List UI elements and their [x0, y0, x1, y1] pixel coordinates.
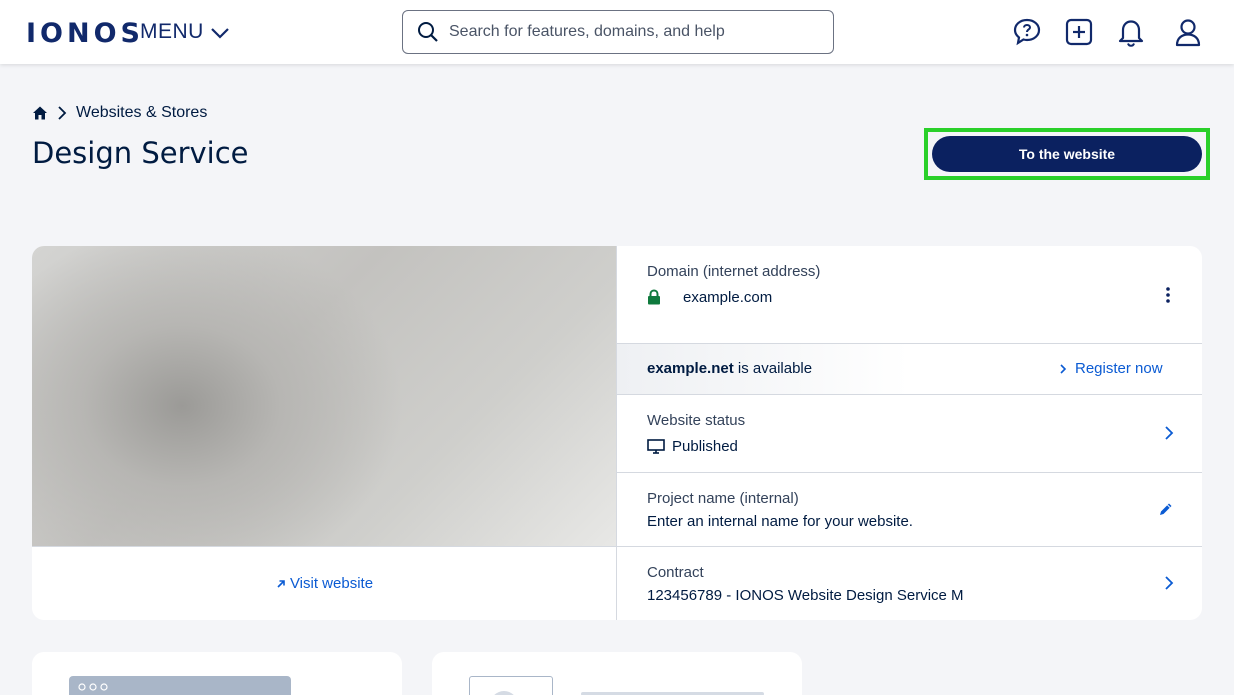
search-box[interactable]	[402, 10, 834, 54]
register-now-link[interactable]: Register now	[1059, 360, 1163, 377]
breadcrumb: Websites & Stores	[32, 104, 207, 122]
lock-icon	[648, 289, 660, 305]
domain-section: Domain (internet address) example.com	[617, 246, 1202, 343]
available-suffix: is available	[737, 360, 813, 377]
project-name-value: Enter an internal name for your website.	[647, 513, 913, 530]
window-dots-icon	[78, 683, 108, 691]
status-value: Published	[672, 438, 738, 455]
menu-label: MENU	[140, 20, 204, 43]
available-domain: example.net	[647, 360, 734, 377]
user-account-icon[interactable]	[1172, 16, 1204, 48]
chevron-down-icon	[211, 28, 229, 39]
project-name-label: Project name (internal)	[647, 490, 799, 507]
top-bar: IONOS MENU	[0, 0, 1234, 64]
contract-label: Contract	[647, 564, 704, 581]
domain-availability-row: example.net is available Register now	[617, 343, 1202, 395]
cta-highlight: To the website	[924, 128, 1210, 180]
external-link-icon	[277, 579, 285, 588]
browser-illustration	[69, 676, 291, 695]
menu-button[interactable]: MENU	[140, 20, 230, 44]
bell-icon[interactable]	[1115, 16, 1147, 48]
edit-pencil-icon[interactable]	[1158, 501, 1174, 517]
project-name-row: Project name (internal) Enter an interna…	[617, 473, 1202, 546]
to-the-website-button[interactable]: To the website	[932, 136, 1202, 172]
register-now-label: Register now	[1075, 360, 1163, 377]
domain-label: Domain (internet address)	[647, 263, 821, 280]
domain-value[interactable]: example.com	[683, 289, 772, 306]
website-preview-image[interactable]	[32, 246, 617, 546]
website-card: Visit website Domain (internet address) …	[32, 246, 1202, 620]
visit-website-label: Visit website	[289, 575, 374, 592]
chevron-right-icon	[58, 106, 67, 120]
bottom-card-1	[32, 652, 402, 695]
page-title: Design Service	[32, 136, 249, 170]
contract-row[interactable]: Contract 123456789 - IONOS Website Desig…	[617, 547, 1202, 620]
status-label: Website status	[647, 412, 746, 429]
search-icon	[418, 22, 438, 42]
help-chat-icon[interactable]	[1011, 16, 1043, 48]
ionos-logo[interactable]: IONOS	[26, 19, 144, 49]
add-icon[interactable]	[1063, 16, 1095, 48]
chevron-right-icon	[1165, 426, 1174, 440]
profile-illustration	[469, 676, 553, 695]
search-input[interactable]	[449, 23, 819, 41]
home-icon[interactable]	[32, 105, 48, 121]
more-options-icon[interactable]	[1165, 286, 1171, 304]
chevron-right-icon	[1165, 576, 1174, 590]
monitor-icon	[647, 439, 665, 454]
breadcrumb-websites-stores[interactable]: Websites & Stores	[76, 104, 207, 122]
website-status-row[interactable]: Website status Published	[617, 395, 1202, 472]
chevron-right-icon	[1060, 363, 1067, 374]
visit-website-link[interactable]: Visit website	[32, 546, 617, 620]
contract-value: 123456789 - IONOS Website Design Service…	[647, 587, 964, 604]
bottom-card-2	[432, 652, 802, 695]
